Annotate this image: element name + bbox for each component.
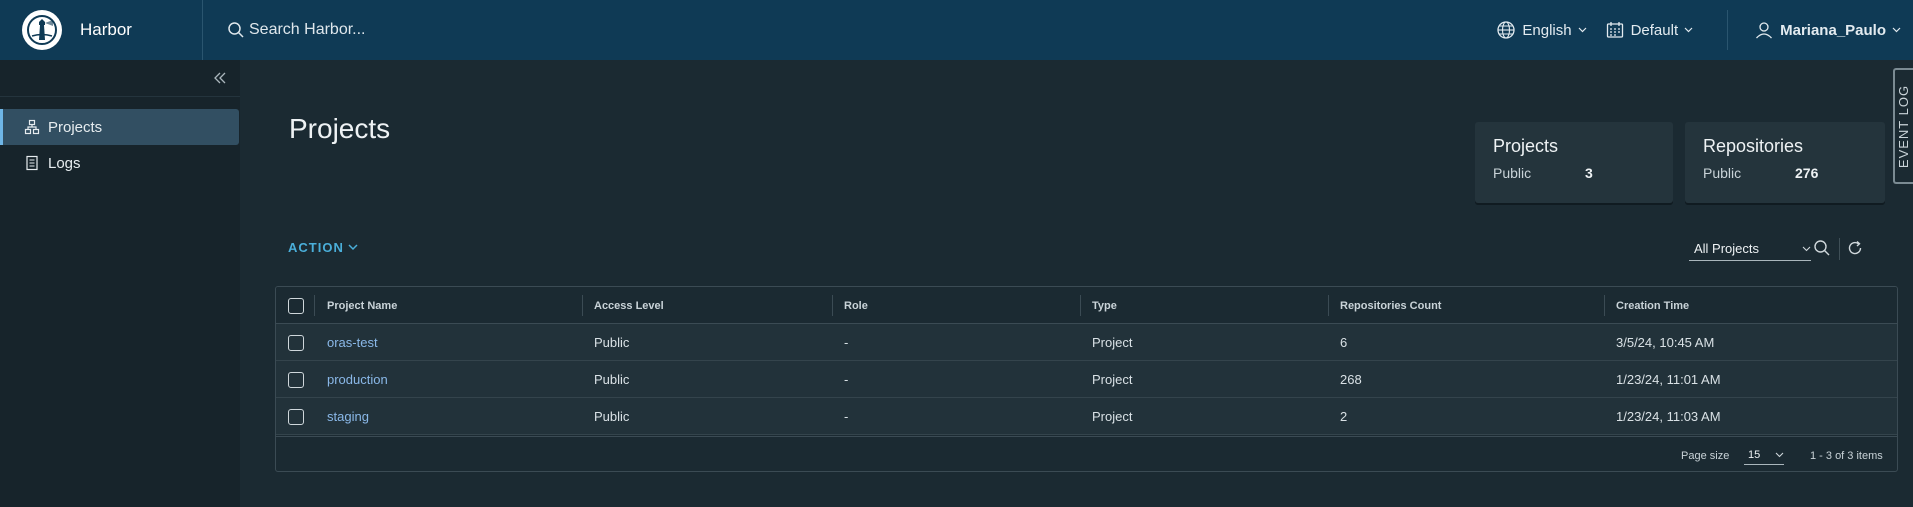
filter-value: All Projects [1694, 241, 1760, 256]
card-value: 3 [1585, 165, 1593, 181]
table-row: oras-test Public - Project 6 3/5/24, 10:… [276, 324, 1897, 361]
card-value: 276 [1795, 165, 1819, 181]
user-menu[interactable]: Mariana_Paulo [1754, 20, 1901, 40]
repositories-count-cell: 6 [1340, 335, 1348, 350]
column-divider [1328, 295, 1329, 316]
search-input[interactable]: Search Harbor... [249, 21, 366, 39]
column-header-project-name[interactable]: Project Name [327, 287, 397, 324]
logs-icon [24, 155, 40, 171]
column-header-creation-time[interactable]: Creation Time [1616, 287, 1689, 324]
chevron-down-icon [1802, 246, 1811, 252]
sidebar-divider [0, 96, 240, 97]
project-filter-select[interactable]: All Projects [1689, 237, 1811, 261]
column-divider [832, 295, 833, 316]
role-cell: - [844, 409, 849, 424]
project-name-link[interactable]: staging [327, 398, 369, 435]
card-title: Projects [1493, 136, 1559, 156]
repositories-count-cell: 268 [1340, 372, 1362, 387]
user-icon [1754, 20, 1774, 40]
chevron-down-icon [1775, 452, 1784, 458]
theme-label: Default [1630, 21, 1679, 39]
card-title: Repositories [1703, 136, 1804, 156]
table-row: production Public - Project 268 1/23/24,… [276, 361, 1897, 398]
global-search[interactable]: Search Harbor... [227, 0, 366, 60]
page-title: Projects [289, 113, 391, 144]
select-all-checkbox[interactable] [288, 297, 304, 314]
page-size-value: 15 [1748, 448, 1761, 461]
table-header: Project Name Access Level Role Type Repo… [276, 287, 1897, 324]
column-header-role[interactable]: Role [844, 287, 868, 324]
chevron-down-icon [348, 244, 358, 251]
sidebar-item-projects[interactable]: Projects [0, 109, 239, 145]
creation-time-cell: 1/23/24, 11:03 AM [1616, 409, 1721, 424]
projects-table: Project Name Access Level Role Type Repo… [275, 286, 1898, 472]
language-dropdown[interactable]: English [1496, 20, 1587, 40]
table-footer: Page size 15 1 - 3 of 3 items [276, 436, 1897, 471]
globe-icon [1496, 20, 1516, 40]
top-header: Harbor Search Harbor... English Default [0, 0, 1913, 60]
refresh-button[interactable] [1847, 240, 1863, 256]
collapse-sidebar-button[interactable] [210, 68, 230, 88]
card-label: Public [1493, 165, 1532, 181]
refresh-icon [1847, 240, 1863, 256]
type-cell: Project [1092, 409, 1133, 424]
card-label: Public [1703, 165, 1742, 181]
chevron-down-icon [1578, 27, 1587, 33]
projects-summary-card: Projects Public 3 [1475, 122, 1673, 203]
access-level-cell: Public [594, 409, 630, 424]
chevron-down-icon [1684, 27, 1693, 33]
role-cell: - [844, 335, 849, 350]
column-header-type[interactable]: Type [1092, 287, 1117, 324]
sidebar: Projects Logs [0, 60, 240, 507]
action-dropdown-button[interactable]: ACTION [288, 240, 358, 255]
double-chevron-left-icon [213, 72, 227, 84]
calendar-icon [1605, 20, 1625, 40]
project-name-link[interactable]: oras-test [327, 324, 378, 361]
column-divider [1604, 295, 1605, 316]
project-name-link[interactable]: production [327, 361, 388, 398]
type-cell: Project [1092, 372, 1133, 387]
role-cell: - [844, 372, 849, 387]
access-level-cell: Public [594, 372, 630, 387]
repositories-summary-card: Repositories Public 276 [1685, 122, 1885, 203]
filter-search-button[interactable] [1813, 239, 1831, 257]
search-icon [227, 21, 245, 39]
repositories-count-cell: 2 [1340, 409, 1348, 424]
search-icon [1813, 239, 1831, 257]
action-label: ACTION [288, 240, 344, 255]
creation-time-cell: 1/23/24, 11:01 AM [1616, 372, 1721, 387]
sidebar-item-label: Logs [48, 154, 81, 172]
table-row: staging Public - Project 2 1/23/24, 11:0… [276, 398, 1897, 435]
sidebar-item-label: Projects [48, 118, 103, 136]
row-checkbox[interactable] [288, 334, 304, 351]
language-label: English [1522, 21, 1572, 39]
event-log-label: EVENT LOG [1896, 84, 1912, 168]
chevron-down-icon [1892, 27, 1901, 33]
brand[interactable]: Harbor [0, 0, 203, 60]
row-checkbox[interactable] [288, 371, 304, 388]
app-name: Harbor [80, 20, 132, 39]
event-log-tab[interactable]: EVENT LOG [1893, 68, 1913, 184]
username-label: Mariana_Paulo [1780, 21, 1886, 39]
page-size-select[interactable]: 15 [1744, 445, 1784, 465]
column-header-repositories-count[interactable]: Repositories Count [1340, 287, 1441, 324]
page-size-label: Page size [1681, 450, 1730, 462]
pagination-info: 1 - 3 of 3 items [1810, 450, 1883, 462]
projects-icon [24, 119, 40, 135]
theme-dropdown[interactable]: Default [1605, 20, 1694, 40]
row-checkbox[interactable] [288, 408, 304, 425]
column-divider [314, 295, 315, 316]
sidebar-item-logs[interactable]: Logs [0, 145, 239, 181]
access-level-cell: Public [594, 335, 630, 350]
harbor-logo-icon [22, 10, 62, 50]
creation-time-cell: 3/5/24, 10:45 AM [1616, 335, 1715, 350]
column-divider [1080, 295, 1081, 316]
filter-divider [1839, 238, 1840, 260]
type-cell: Project [1092, 335, 1133, 350]
column-header-access-level[interactable]: Access Level [594, 287, 664, 324]
column-divider [582, 295, 583, 316]
header-divider [1727, 10, 1729, 50]
